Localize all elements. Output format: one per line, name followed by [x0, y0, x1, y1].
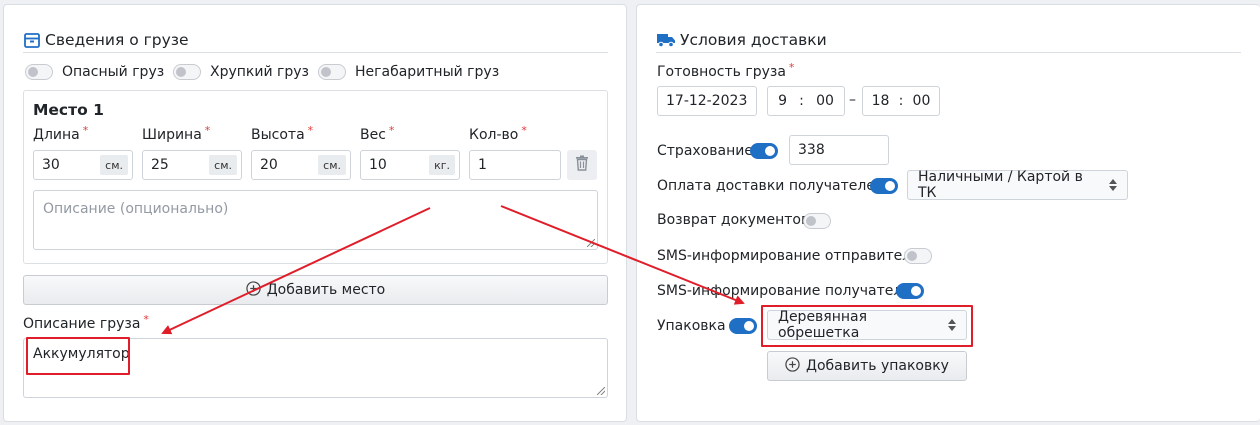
delivery-panel: Условия доставки Готовность груза * 17-12…	[636, 4, 1260, 422]
height-value: 20	[260, 157, 278, 173]
delivery-section-title: Условия доставки	[656, 27, 1241, 53]
dangerous-cargo-toggle[interactable]	[25, 64, 53, 80]
place-description-placeholder: Описание (опционально)	[43, 201, 229, 217]
sms-recipient-toggle[interactable]	[896, 283, 924, 299]
insurance-value: 338	[798, 142, 825, 158]
plus-circle-icon	[785, 356, 800, 376]
fragile-cargo-toggle[interactable]	[173, 64, 201, 80]
time-range-separator: –	[849, 92, 856, 108]
time-to-hours: 18	[871, 93, 890, 109]
plus-circle-icon	[246, 280, 261, 300]
time-from-sep: :	[799, 93, 804, 109]
time-to-sep: :	[898, 93, 904, 109]
height-input[interactable]: 20 см.	[251, 150, 351, 180]
return-docs-toggle[interactable]	[803, 213, 831, 229]
time-from-input[interactable]: 9 : 00	[767, 86, 845, 116]
payment-toggle[interactable]	[870, 178, 898, 194]
fragile-cargo-label: Хрупкий груз	[210, 64, 309, 80]
length-value: 30	[42, 157, 60, 173]
oversized-cargo-label: Негабаритный груз	[355, 64, 500, 80]
insurance-label: Страхование	[657, 143, 753, 159]
width-unit: см.	[209, 155, 237, 175]
sms-recipient-label: SMS-информирование получателя	[657, 283, 911, 299]
packing-label: Упаковка	[657, 318, 726, 334]
weight-unit: кг.	[429, 155, 455, 175]
packing-toggle[interactable]	[729, 318, 757, 334]
payment-method-select[interactable]: Наличными / Картой в ТК	[907, 169, 1128, 201]
box-icon	[23, 31, 41, 49]
add-place-button[interactable]: Добавить место	[23, 275, 608, 305]
time-from-hours: 9	[778, 93, 787, 109]
ready-label: Готовность груза *	[657, 61, 795, 80]
height-label: Высота *	[251, 124, 314, 143]
payment-label: Оплата доставки получателем	[657, 178, 886, 194]
select-arrows-icon	[1109, 179, 1117, 191]
weight-label: Вес *	[360, 124, 395, 143]
weight-value: 10	[369, 157, 387, 173]
delete-place-button[interactable]	[567, 150, 597, 180]
time-to-input[interactable]: 18 : 00	[862, 86, 940, 116]
time-to-minutes: 00	[912, 93, 931, 109]
truck-icon	[656, 32, 676, 48]
length-input[interactable]: 30 см.	[33, 150, 133, 180]
annotation-box-packing	[761, 305, 973, 347]
dangerous-cargo-label: Опасный груз	[62, 64, 165, 80]
resize-handle[interactable]	[597, 387, 605, 395]
add-packing-button[interactable]: Добавить упаковку	[767, 351, 967, 381]
cargo-description-label: Описание груза *	[23, 313, 149, 332]
qty-input[interactable]: 1	[469, 150, 561, 180]
sms-sender-toggle[interactable]	[904, 248, 932, 264]
sms-sender-label: SMS-информирование отправителя	[657, 248, 920, 264]
width-value: 25	[151, 157, 169, 173]
cargo-title-text: Сведения о грузе	[45, 30, 189, 49]
width-label: Ширина *	[142, 124, 211, 143]
ready-date-input[interactable]: 17-12-2023	[657, 86, 757, 116]
cargo-section-title: Сведения о грузе	[23, 27, 608, 53]
weight-input[interactable]: 10 кг.	[360, 150, 460, 180]
length-label: Длина *	[33, 124, 89, 143]
place-card: Место 1 Длина * Ширина * Высота * Вес * Кол-…	[23, 90, 608, 264]
insurance-input[interactable]: 338	[789, 135, 889, 165]
width-input[interactable]: 25 см.	[142, 150, 242, 180]
trash-icon	[575, 155, 589, 175]
qty-label: Кол-во *	[469, 124, 527, 143]
return-docs-label: Возврат документов	[657, 212, 810, 228]
time-from-minutes: 00	[816, 93, 834, 109]
length-unit: см.	[100, 155, 128, 175]
height-unit: см.	[318, 155, 346, 175]
payment-method-value: Наличными / Картой в ТК	[918, 169, 1083, 201]
place-title: Место 1	[33, 101, 104, 119]
annotation-box-description	[26, 337, 130, 375]
place-description-textarea[interactable]: Описание (опционально)	[33, 190, 598, 250]
insurance-toggle[interactable]	[750, 143, 778, 159]
add-packing-label: Добавить упаковку	[806, 358, 949, 374]
add-place-label: Добавить место	[266, 282, 386, 298]
qty-value: 1	[478, 157, 487, 173]
resize-handle[interactable]	[587, 239, 595, 247]
oversized-cargo-toggle[interactable]	[318, 64, 346, 80]
ready-date-value: 17-12-2023	[666, 93, 748, 109]
delivery-title-text: Условия доставки	[680, 30, 827, 49]
